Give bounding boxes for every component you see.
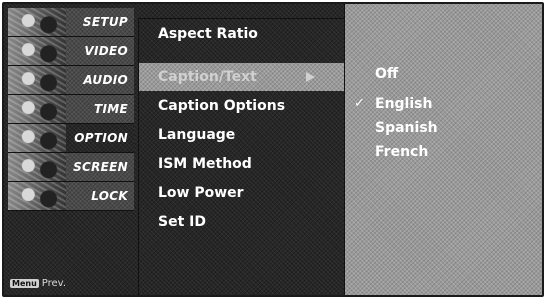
value-label: English bbox=[375, 96, 433, 112]
value-spanish[interactable]: Spanish bbox=[345, 116, 438, 140]
category-screen[interactable]: SCREEN bbox=[8, 153, 134, 182]
option-label: Aspect Ratio bbox=[158, 26, 258, 42]
option-low-power[interactable]: Low Power bbox=[139, 179, 345, 207]
value-french[interactable]: French bbox=[345, 140, 428, 164]
option-label: Language bbox=[158, 127, 236, 143]
option-caption-text[interactable]: Caption/Text bbox=[139, 63, 345, 91]
category-video[interactable]: VIDEO bbox=[8, 37, 134, 66]
option-aspect-ratio[interactable]: Aspect Ratio bbox=[139, 19, 345, 49]
video-thumbnail-icon bbox=[8, 37, 66, 65]
value-label: Spanish bbox=[375, 120, 438, 136]
option-ism-method[interactable]: ISM Method bbox=[139, 150, 345, 178]
option-label: Low Power bbox=[158, 185, 244, 201]
option-label: Caption Options bbox=[158, 98, 286, 114]
category-time[interactable]: TIME bbox=[8, 95, 134, 124]
category-label: AUDIO bbox=[83, 73, 128, 87]
value-label: Off bbox=[375, 66, 399, 82]
category-label: SCREEN bbox=[73, 160, 128, 174]
setup-thumbnail-icon bbox=[8, 8, 66, 36]
option-set-id[interactable]: Set ID bbox=[139, 208, 345, 236]
category-label: SETUP bbox=[82, 15, 128, 29]
tv-osd-screen: SETUP VIDEO AUDIO TIME OPTION SCREEN LOC… bbox=[2, 2, 544, 297]
check-icon: ✓ bbox=[354, 96, 365, 111]
prev-label: Prev. bbox=[41, 278, 66, 289]
submenu-arrow-icon bbox=[306, 72, 315, 82]
menu-key-icon: Menu bbox=[10, 279, 39, 288]
time-thumbnail-icon bbox=[8, 95, 66, 123]
category-label: TIME bbox=[94, 102, 128, 116]
option-language[interactable]: Language bbox=[139, 121, 345, 149]
lock-thumbnail-icon bbox=[8, 182, 66, 210]
value-label: French bbox=[375, 144, 429, 160]
category-lock[interactable]: LOCK bbox=[8, 182, 134, 211]
category-audio[interactable]: AUDIO bbox=[8, 66, 134, 95]
category-label: LOCK bbox=[91, 189, 128, 203]
option-label: Set ID bbox=[158, 214, 206, 230]
option-label: Caption/Text bbox=[158, 69, 257, 85]
screen-thumbnail-icon bbox=[8, 153, 66, 181]
value-list: Off ✓ English Spanish French bbox=[344, 4, 542, 295]
option-thumbnail-icon bbox=[8, 124, 66, 152]
options-header-strip bbox=[138, 4, 344, 18]
value-off[interactable]: Off bbox=[345, 62, 398, 86]
category-sidebar: SETUP VIDEO AUDIO TIME OPTION SCREEN LOC… bbox=[4, 4, 138, 295]
option-caption-options[interactable]: Caption Options bbox=[139, 92, 345, 120]
option-label: ISM Method bbox=[158, 156, 252, 172]
audio-thumbnail-icon bbox=[8, 66, 66, 94]
category-option[interactable]: OPTION bbox=[8, 124, 134, 153]
category-label: VIDEO bbox=[84, 44, 128, 58]
option-list: Aspect Ratio Caption/Text Caption Option… bbox=[138, 18, 345, 295]
menu-prev-hint: Menu Prev. bbox=[10, 278, 66, 289]
category-label: OPTION bbox=[74, 131, 128, 145]
category-setup[interactable]: SETUP bbox=[8, 8, 134, 37]
value-english[interactable]: ✓ English bbox=[345, 92, 432, 116]
